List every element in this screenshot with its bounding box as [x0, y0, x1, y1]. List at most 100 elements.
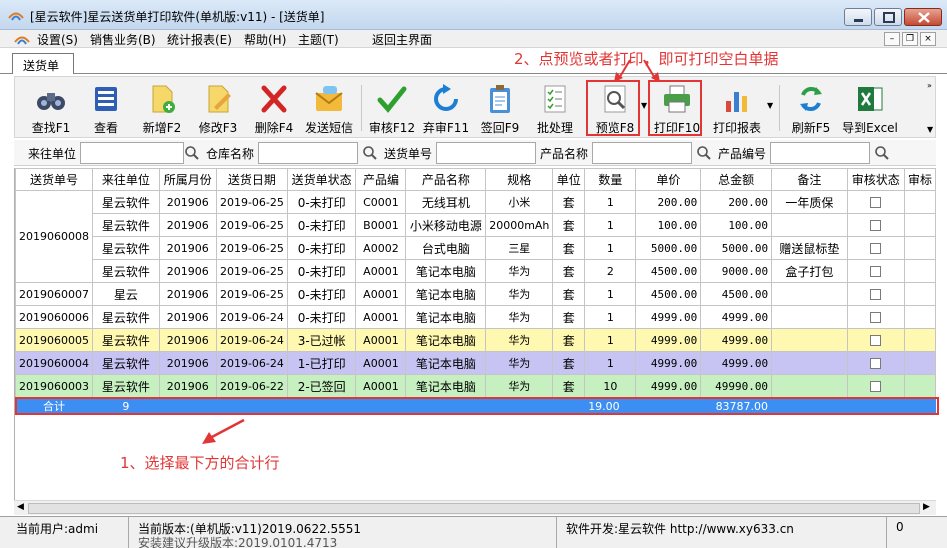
cell-qty[interactable]: 1	[584, 236, 637, 260]
cell-unit[interactable]: 星云软件	[92, 374, 160, 398]
cell-approval-status[interactable]	[846, 259, 905, 283]
cell-amount[interactable]: 200.00	[700, 190, 773, 214]
column-header[interactable]: 产品名称	[405, 168, 487, 191]
cell-status[interactable]: 0-未打印	[286, 305, 357, 329]
table-row[interactable]: 星云软件 201906 2019-06-25 0-未打印 A0002 台式电脑 三星套 1 50…	[16, 236, 936, 260]
cell-amount[interactable]: 4999.00	[700, 351, 773, 375]
cell-approval-status[interactable]	[846, 305, 905, 329]
warehouse-input[interactable]	[258, 142, 358, 164]
cell-qty[interactable]: 1	[584, 282, 637, 306]
cell-date[interactable]: 2019-06-25	[215, 236, 288, 260]
cell-name[interactable]: 笔记本电脑	[405, 374, 487, 398]
partner-input[interactable]	[80, 142, 184, 164]
cell-name[interactable]: 小米移动电源	[405, 213, 487, 237]
total-row[interactable]: 合计 9 19.00 83787.00	[15, 397, 936, 415]
cell-delivery-no[interactable]: 2019060003	[15, 374, 93, 398]
cell-month[interactable]: 201906	[158, 282, 217, 306]
cell-name[interactable]: 无线耳机	[405, 190, 487, 214]
cell-code[interactable]: A0001	[355, 351, 407, 375]
send-sms-button[interactable]: 发送短信	[301, 81, 357, 137]
cell-delivery-no[interactable]: 2019060008	[15, 190, 93, 283]
cell-spec[interactable]: 三星	[485, 236, 554, 260]
menu-settings[interactable]: 设置(S)	[37, 31, 78, 48]
cell-qty[interactable]: 1	[584, 305, 637, 329]
cell-delivery-no[interactable]: 2019060007	[15, 282, 93, 306]
cell-unit[interactable]: 星云软件	[92, 328, 160, 352]
total-cell[interactable]	[158, 397, 217, 415]
close-button[interactable]	[904, 8, 942, 26]
cell-name[interactable]: 笔记本电脑	[405, 259, 487, 283]
cell-status[interactable]: 0-未打印	[286, 190, 357, 214]
cell-code[interactable]: A0001	[355, 259, 407, 283]
table-row[interactable]: 2019060004 星云软件 201906 2019-06-24 1-已打印 A0001…	[15, 351, 936, 375]
total-qty[interactable]: 19.00	[584, 397, 637, 415]
column-header[interactable]: 送货单状态	[286, 168, 357, 191]
menu-help[interactable]: 帮助(H)	[244, 31, 286, 48]
search-icon[interactable]	[362, 145, 378, 161]
cell-qty[interactable]: 1	[584, 328, 637, 352]
total-cell[interactable]	[635, 397, 702, 415]
table-row[interactable]: 星云软件 201906 2019-06-25 0-未打印 B0001 小米移动电源 2000…	[16, 213, 936, 237]
cell-price[interactable]: 100.00	[635, 213, 702, 237]
total-cell[interactable]	[771, 397, 848, 415]
cell-status[interactable]: 2-已签回	[286, 374, 357, 398]
cell-date[interactable]: 2019-06-25	[215, 259, 288, 283]
cell-unit[interactable]: 星云软件	[92, 259, 160, 283]
maximize-button[interactable]	[874, 8, 902, 26]
scroll-left-icon[interactable]: ◀	[17, 502, 24, 512]
cell-month[interactable]: 201906	[158, 236, 217, 260]
scrollbar-thumb[interactable]	[28, 503, 920, 514]
mdi-close-button[interactable]: ×	[920, 32, 936, 46]
cell-unit[interactable]: 星云软件	[92, 190, 160, 214]
toolbar-overflow-icon[interactable]: »	[927, 81, 932, 90]
cell-date[interactable]: 2019-06-22	[215, 374, 288, 398]
cell-spec[interactable]: 华为	[485, 374, 554, 398]
cell-approval-status[interactable]	[846, 282, 905, 306]
approval-checkbox[interactable]	[870, 220, 882, 231]
cell-delivery-no[interactable]: 2019060006	[15, 305, 93, 329]
find-button[interactable]: 查找F1	[21, 81, 81, 137]
cell-qty[interactable]: 2	[584, 259, 637, 283]
view-button[interactable]: 查看	[81, 81, 131, 137]
cell-qty[interactable]: 10	[584, 374, 637, 398]
column-header[interactable]: 产品编	[355, 168, 407, 191]
total-count[interactable]: 9	[92, 397, 160, 415]
cell-unit[interactable]: 星云软件	[92, 305, 160, 329]
cell-uom[interactable]: 套	[552, 190, 586, 214]
refresh-button[interactable]: 刷新F5	[785, 81, 837, 137]
print-report-dropdown-icon[interactable]: ▼	[767, 101, 773, 110]
cell-code[interactable]: A0001	[355, 328, 407, 352]
cell-qty[interactable]: 1	[584, 351, 637, 375]
cell-note[interactable]	[771, 213, 848, 237]
cell-uom[interactable]: 套	[552, 236, 586, 260]
cell-approval-status[interactable]	[846, 236, 905, 260]
cell-price[interactable]: 200.00	[635, 190, 702, 214]
cell-price[interactable]: 4999.00	[635, 305, 702, 329]
search-icon[interactable]	[696, 145, 712, 161]
approval-checkbox[interactable]	[870, 243, 882, 254]
cell-spec[interactable]: 小米	[485, 190, 554, 214]
cell-amount[interactable]: 9000.00	[700, 259, 773, 283]
table-row[interactable]: 2019060005 星云软件 201906 2019-06-24 3-已过帐 A0001…	[15, 328, 936, 352]
cell-price[interactable]: 5000.00	[635, 236, 702, 260]
cell-code[interactable]: A0001	[355, 282, 407, 306]
total-cell[interactable]	[846, 397, 905, 415]
cell-uom[interactable]: 套	[552, 374, 586, 398]
total-label[interactable]: 合计	[15, 397, 93, 415]
cell-note[interactable]	[771, 328, 848, 352]
cell-unit[interactable]: 星云软件	[92, 213, 160, 237]
approval-checkbox[interactable]	[870, 266, 882, 277]
column-header[interactable]: 总金额	[700, 168, 773, 191]
cell-note[interactable]: 盒子打包	[771, 259, 848, 283]
cell-note[interactable]	[771, 351, 848, 375]
cell-note[interactable]	[771, 282, 848, 306]
total-cell[interactable]	[552, 397, 586, 415]
cell-month[interactable]: 201906	[158, 213, 217, 237]
column-header[interactable]: 送货单号	[15, 168, 93, 191]
cell-status[interactable]: 3-已过帐	[286, 328, 357, 352]
cell-date[interactable]: 2019-06-24	[215, 351, 288, 375]
cell-approval-status[interactable]	[846, 374, 905, 398]
cell-note[interactable]: 赠送鼠标垫	[771, 236, 848, 260]
cell-name[interactable]: 笔记本电脑	[405, 282, 487, 306]
minimize-button[interactable]	[844, 8, 872, 26]
